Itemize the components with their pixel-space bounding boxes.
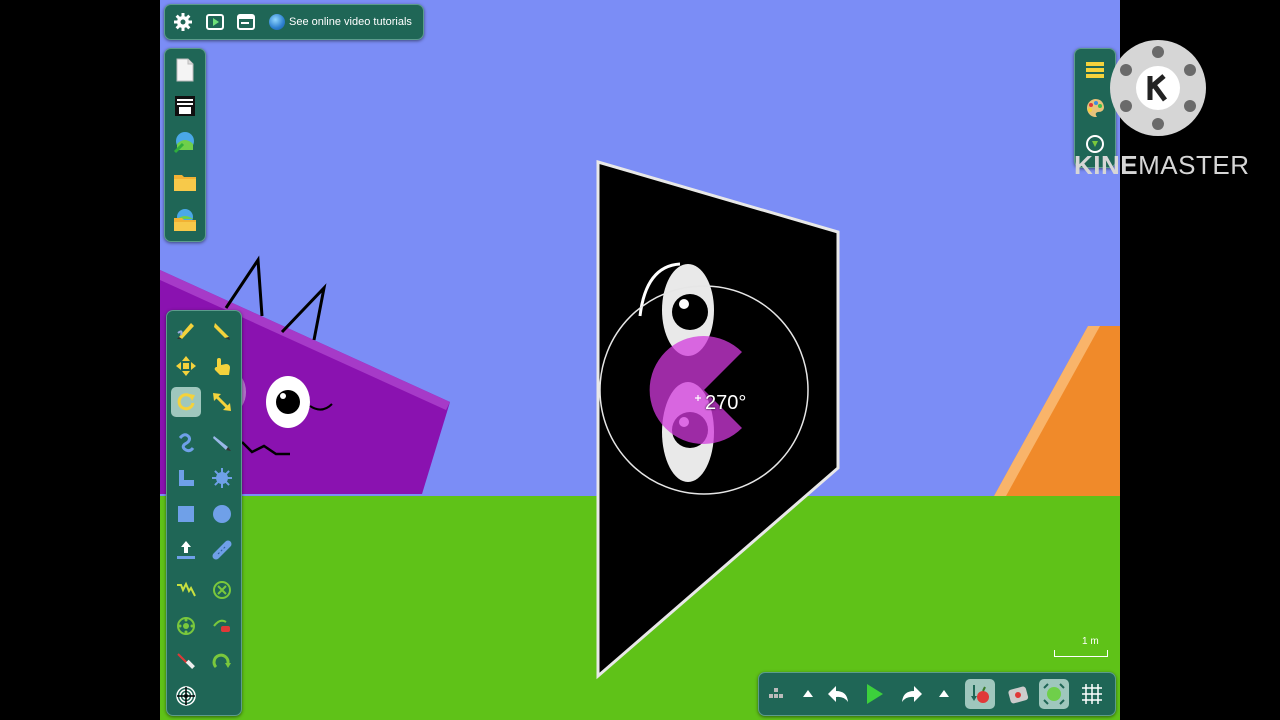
zoom-to-scene-icon[interactable] bbox=[1039, 679, 1069, 709]
save-folder-icon[interactable] bbox=[170, 205, 200, 235]
hinge-tool-icon[interactable] bbox=[207, 647, 237, 677]
cut-tool-icon[interactable] bbox=[207, 315, 237, 345]
chain-tool-icon[interactable] bbox=[207, 535, 237, 565]
fixate-tool-icon[interactable] bbox=[207, 575, 237, 605]
knife-tool-icon[interactable] bbox=[207, 427, 237, 457]
window-icon[interactable] bbox=[231, 7, 261, 37]
expand-left-arrow-icon[interactable] bbox=[793, 679, 823, 709]
watermark-bold: KINE bbox=[1074, 150, 1139, 180]
watermark-thin: MASTER bbox=[1138, 150, 1250, 180]
settings-gear-icon[interactable] bbox=[168, 7, 198, 37]
rotate-tool-icon[interactable] bbox=[171, 387, 201, 417]
gear-tool-icon[interactable] bbox=[207, 463, 237, 493]
play-icon[interactable] bbox=[859, 679, 889, 709]
scale-bar bbox=[1054, 650, 1108, 657]
brush-tool-icon[interactable] bbox=[171, 681, 201, 711]
orange-character[interactable] bbox=[994, 326, 1120, 496]
tool-palette bbox=[166, 310, 242, 716]
play-video-icon[interactable] bbox=[200, 7, 230, 37]
tutorials-link[interactable]: See online video tutorials bbox=[269, 5, 412, 39]
redo-icon[interactable] bbox=[897, 679, 927, 709]
spring-tool-icon[interactable] bbox=[171, 575, 201, 605]
air-friction-icon[interactable] bbox=[1003, 679, 1033, 709]
move-tool-icon[interactable] bbox=[171, 351, 201, 381]
circle-tool-icon[interactable] bbox=[207, 499, 237, 529]
box-tool-icon[interactable] bbox=[171, 499, 201, 529]
grid-icon[interactable] bbox=[1077, 679, 1107, 709]
rotation-angle-readout: 270° bbox=[705, 392, 747, 414]
algobox-icon[interactable] bbox=[170, 127, 200, 157]
expand-right-arrow-icon[interactable] bbox=[929, 679, 959, 709]
kinemaster-watermark: KINEMASTER bbox=[1074, 150, 1249, 181]
plane-tool-icon[interactable] bbox=[171, 463, 201, 493]
palette-icon[interactable] bbox=[1080, 93, 1110, 123]
sketch-tool-icon[interactable] bbox=[171, 315, 201, 345]
laser-tool-icon[interactable] bbox=[171, 647, 201, 677]
scene-browser-icon[interactable] bbox=[170, 91, 200, 121]
scale-label: 1 m bbox=[1082, 636, 1099, 647]
kinemaster-logo bbox=[1110, 40, 1206, 136]
gravity-apple-icon[interactable] bbox=[965, 679, 995, 709]
tutorials-link-label: See online video tutorials bbox=[289, 16, 412, 28]
rope-tool-icon[interactable] bbox=[171, 427, 201, 457]
options-grid-icon[interactable] bbox=[761, 679, 791, 709]
new-scene-icon[interactable] bbox=[170, 55, 200, 85]
drag-hand-icon[interactable] bbox=[207, 351, 237, 381]
thruster-tool-icon[interactable] bbox=[171, 535, 201, 565]
scale-tool-icon[interactable] bbox=[207, 387, 237, 417]
top-toolbar: See online video tutorials bbox=[164, 4, 424, 40]
tracer-tool-icon[interactable] bbox=[207, 611, 237, 641]
selected-black-character[interactable] bbox=[596, 160, 840, 680]
undo-icon[interactable] bbox=[823, 679, 853, 709]
scene-canvas[interactable] bbox=[160, 0, 1120, 720]
simulation-toolbar bbox=[758, 672, 1116, 716]
file-toolbar bbox=[164, 48, 206, 242]
globe-icon bbox=[269, 14, 285, 30]
axle-tool-icon[interactable] bbox=[171, 611, 201, 641]
background-layers-icon[interactable] bbox=[1080, 55, 1110, 85]
open-folder-icon[interactable] bbox=[170, 167, 200, 197]
scene-objects[interactable] bbox=[160, 0, 1120, 720]
